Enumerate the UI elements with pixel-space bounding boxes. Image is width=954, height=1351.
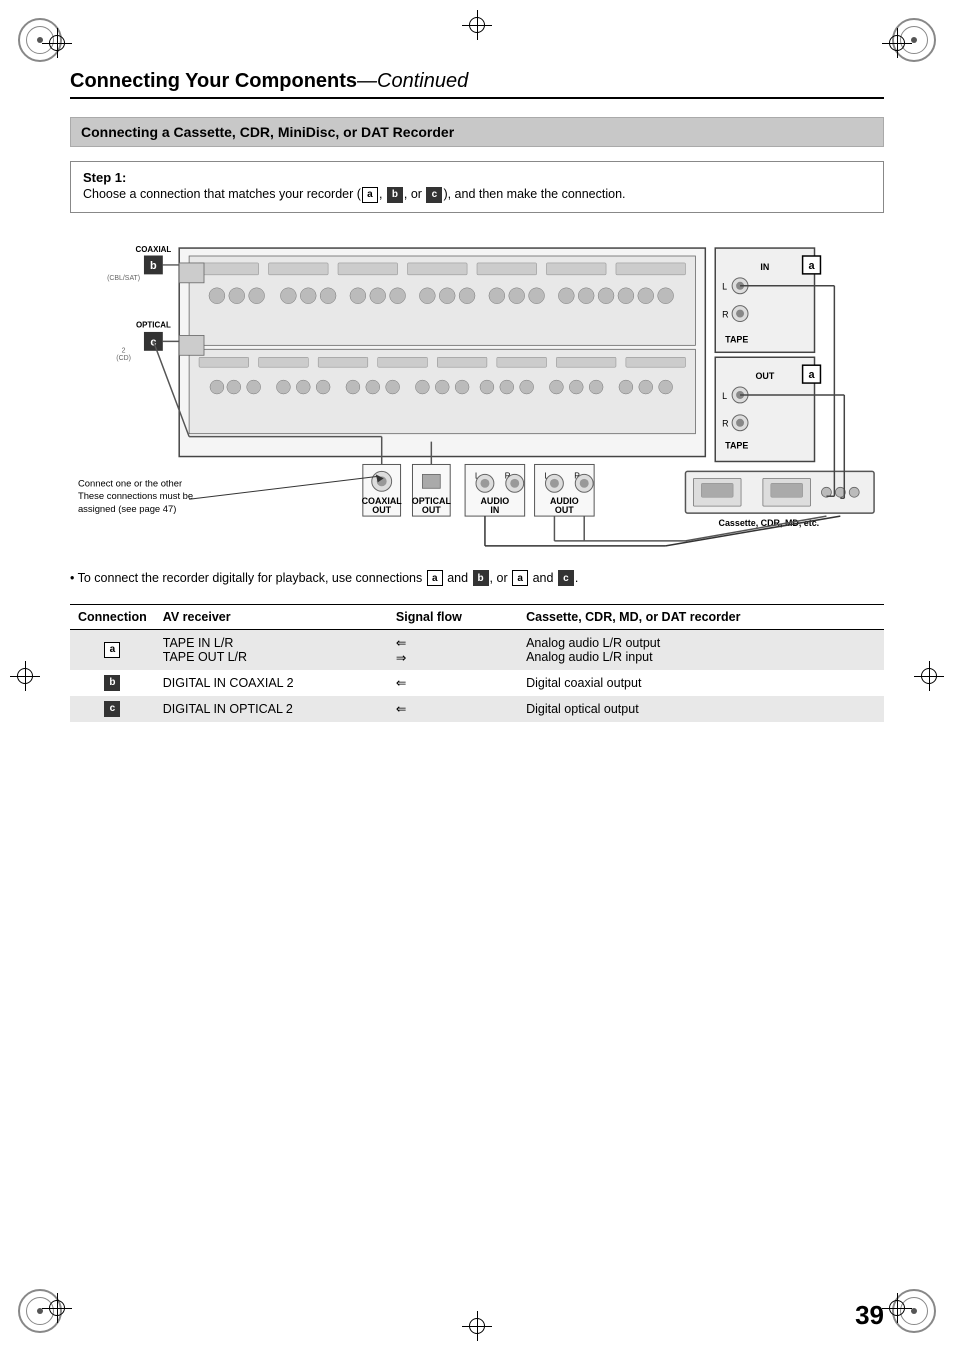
badge-c-step: c [426,187,442,203]
main-content: Connecting Your Components—Continued Con… [70,70,884,1281]
svg-text:OPTICAL: OPTICAL [136,320,171,329]
reg-mark-tr [882,28,912,58]
bullet-badge-c1: c [558,570,574,586]
reg-mark-tm [462,10,492,40]
row-b-receiver: DIGITAL IN COAXIAL 2 [155,670,388,696]
page-title: Connecting Your Components—Continued [70,70,884,99]
reg-mark-tl [42,28,72,58]
svg-text:R: R [722,309,729,319]
section-header: Connecting a Cassette, CDR, MiniDisc, or… [70,117,884,147]
bullet-line: • To connect the recorder digitally for … [70,569,884,588]
svg-text:L: L [722,282,727,292]
svg-text:L: L [722,391,727,401]
svg-text:OUT: OUT [555,505,574,515]
svg-text:OUT: OUT [755,371,774,381]
svg-text:OUT: OUT [372,505,391,515]
col-header-receiver: AV receiver [155,604,388,629]
table-row: a TAPE IN L/RTAPE OUT L/R ⇐⇒ Analog audi… [70,629,884,670]
reg-mark-bl [42,1293,72,1323]
diagram-svg: IN a L R TAPE OUT a L R TAP [70,227,884,557]
svg-text:a: a [808,369,815,381]
svg-text:IN: IN [760,262,769,272]
bullet-badge-a1: a [427,570,443,586]
col-header-cassette: Cassette, CDR, MD, or DAT recorder [518,604,884,629]
row-b-flow: ⇐ [388,670,518,696]
badge-a-step: a [362,187,378,203]
row-c-receiver: DIGITAL IN OPTICAL 2 [155,696,388,722]
table-row: c DIGITAL IN OPTICAL 2 ⇐ Digital optical… [70,696,884,722]
reg-mark-ml [10,661,40,691]
row-a-cassette: Analog audio L/R outputAnalog audio L/R … [518,629,884,670]
step-text: Choose a connection that matches your re… [83,185,871,204]
col-header-connection: Connection [70,604,155,629]
row-c-badge: c [70,696,155,722]
connection-table: Connection AV receiver Signal flow Casse… [70,604,884,722]
row-b-badge: b [70,670,155,696]
svg-text:a: a [808,260,815,272]
svg-text:OUT: OUT [422,505,441,515]
row-c-flow: ⇐ [388,696,518,722]
diagram-container: IN a L R TAPE OUT a L R TAP [70,227,884,557]
svg-text:b: b [150,260,157,272]
svg-text:(CBL/SAT): (CBL/SAT) [107,275,140,282]
page-number: 39 [855,1300,884,1331]
title-italic: —Continued [357,70,468,92]
svg-text:assigned (see page 47): assigned (see page 47) [78,503,176,514]
reg-mark-mr [914,661,944,691]
svg-text:IN: IN [490,505,499,515]
badge-b-step: b [387,187,403,203]
row-a-flow: ⇐⇒ [388,629,518,670]
svg-text:R: R [722,418,729,428]
row-a-badge: a [70,629,155,670]
reg-mark-bm [462,1311,492,1341]
bullet-badge-b1: b [473,570,489,586]
svg-text:Connect one or the other: Connect one or the other [78,477,182,488]
bullet-badge-a2: a [512,570,528,586]
table-row: b DIGITAL IN COAXIAL 2 ⇐ Digital coaxial… [70,670,884,696]
step-box: Step 1: Choose a connection that matches… [70,161,884,213]
col-header-flow: Signal flow [388,604,518,629]
reg-mark-br [882,1293,912,1323]
svg-text:These connections must be: These connections must be [78,490,193,501]
row-a-receiver: TAPE IN L/RTAPE OUT L/R [155,629,388,670]
svg-text:TAPE: TAPE [725,334,748,344]
svg-text:(CD): (CD) [116,355,131,362]
svg-text:TAPE: TAPE [725,440,748,450]
row-b-cassette: Digital coaxial output [518,670,884,696]
svg-text:COAXIAL: COAXIAL [136,245,172,254]
svg-text:2: 2 [122,347,126,354]
step-label: Step 1: [83,170,871,185]
row-c-cassette: Digital optical output [518,696,884,722]
title-main: Connecting Your Components [70,70,357,92]
